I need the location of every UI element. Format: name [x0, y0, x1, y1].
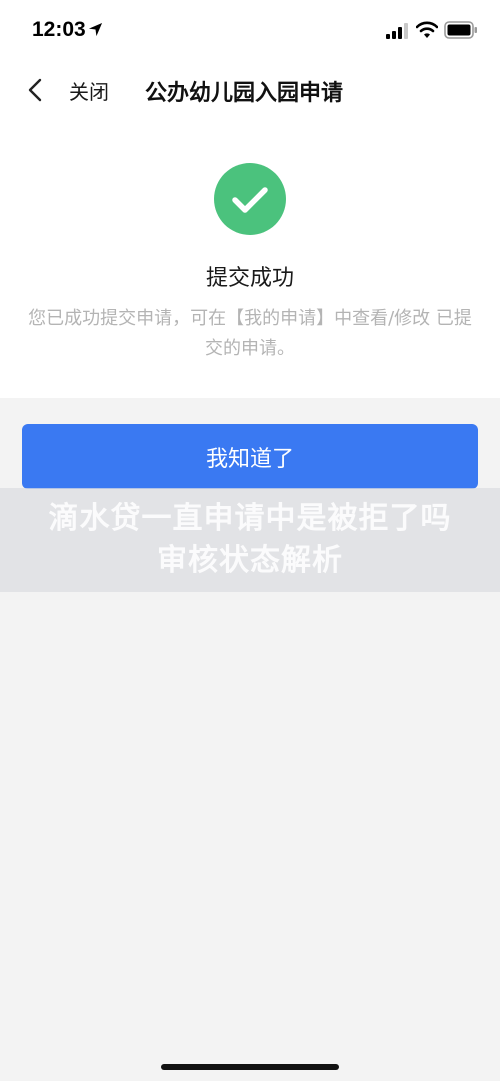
- status-bar: 12:03: [0, 0, 500, 62]
- navigation-bar: 关闭 公办幼儿园入园申请: [0, 62, 500, 118]
- location-arrow-icon: [88, 22, 103, 37]
- acknowledge-button[interactable]: 我知道了: [22, 424, 478, 489]
- home-indicator[interactable]: [161, 1064, 339, 1070]
- watermark-text: 滴水贷一直申请中是被拒了吗审核状态解析: [48, 501, 452, 578]
- result-description: 您已成功提交申请，可在【我的申请】中查看/修改 已提交的申请。: [28, 308, 472, 359]
- result-card: 提交成功 您已成功提交申请，可在【我的申请】中查看/修改 已提交的申请。: [0, 118, 500, 398]
- chevron-left-icon: [28, 78, 42, 102]
- battery-icon: [444, 21, 477, 39]
- status-time: 12:03: [32, 18, 86, 41]
- wifi-icon: [416, 21, 438, 38]
- page-title: 公办幼儿园入园申请: [145, 81, 344, 106]
- cellular-signal-icon: [386, 23, 408, 39]
- result-title: 提交成功: [205, 266, 294, 291]
- watermark-overlay: 滴水贷一直申请中是被拒了吗审核状态解析: [0, 488, 500, 592]
- back-button[interactable]: [20, 74, 50, 106]
- close-button[interactable]: 关闭: [69, 76, 109, 105]
- check-circle-icon: [214, 163, 286, 235]
